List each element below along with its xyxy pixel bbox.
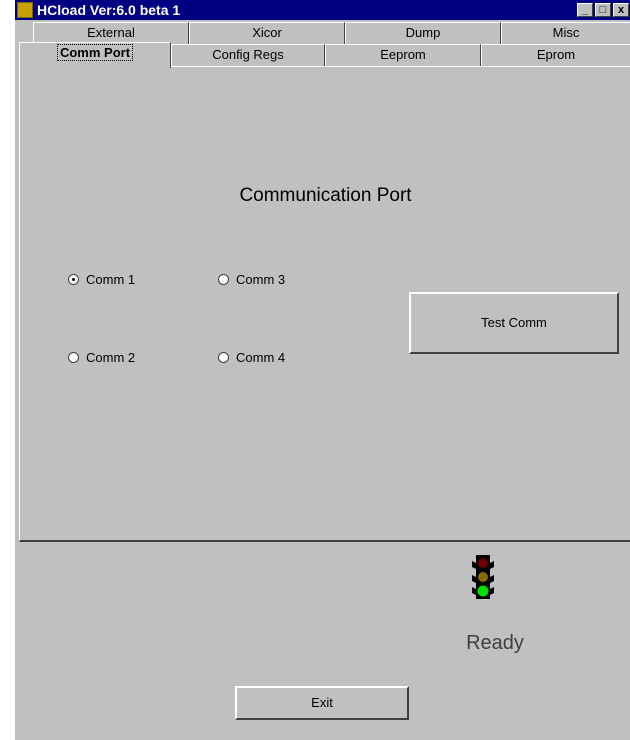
close-button[interactable]: x [613, 3, 629, 17]
radio-label: Comm 3 [236, 272, 286, 287]
tab-eprom[interactable]: Eprom [481, 44, 630, 66]
radio-unselected-icon[interactable] [218, 274, 229, 286]
red-light [478, 558, 488, 568]
tab-label: Dump [405, 25, 441, 40]
tab-external[interactable]: External [33, 22, 189, 44]
tab-label: Config Regs [212, 47, 284, 62]
window-title: HCload Ver:6.0 beta 1 [37, 2, 181, 18]
radio-selected-icon[interactable] [68, 274, 79, 286]
traffic-light-icon [472, 555, 494, 599]
maximize-button[interactable]: □ [595, 3, 611, 17]
title-bar[interactable]: HCload Ver:6.0 beta 1 _ □ x [15, 0, 630, 20]
comm-port-panel: Communication Port Comm 1 Comm 3 Comm 2 … [19, 66, 630, 542]
tab-row-front: Comm Port Config Regs Eeprom Eprom [15, 42, 630, 68]
tab-xicor[interactable]: Xicor [189, 22, 345, 44]
tab-label: External [87, 25, 135, 40]
tab-misc[interactable]: Misc [501, 22, 630, 44]
radio-comm-4[interactable]: Comm 4 [218, 349, 285, 367]
minimize-button[interactable]: _ [577, 3, 593, 17]
radio-label: Comm 2 [86, 350, 136, 365]
test-comm-button[interactable]: Test Comm [409, 292, 619, 354]
exit-button[interactable]: Exit [235, 686, 409, 720]
radio-unselected-icon[interactable] [68, 352, 79, 364]
app-icon[interactable] [17, 2, 33, 18]
radio-comm-1[interactable]: Comm 1 [68, 271, 135, 289]
yellow-light [478, 572, 488, 582]
panel-heading: Communication Port [239, 185, 412, 206]
tab-label: Xicor [252, 25, 282, 40]
radio-comm-2[interactable]: Comm 2 [68, 349, 135, 367]
tab-label: Comm Port [56, 44, 134, 61]
tab-label: Eprom [536, 47, 576, 62]
status-text: Ready [466, 632, 524, 654]
tab-label: Eeprom [380, 47, 426, 62]
tab-dump[interactable]: Dump [345, 22, 501, 44]
radio-label: Comm 1 [86, 272, 136, 287]
radio-comm-3[interactable]: Comm 3 [218, 271, 285, 289]
green-light [477, 585, 489, 597]
tab-comm-port[interactable]: Comm Port [19, 42, 171, 68]
tab-row-back: External Xicor Dump Misc [15, 22, 630, 44]
tab-eeprom[interactable]: Eeprom [325, 44, 481, 66]
radio-label: Comm 4 [236, 350, 286, 365]
app-window: HCload Ver:6.0 beta 1 _ □ x External Xic… [14, 0, 630, 740]
tab-config-regs[interactable]: Config Regs [171, 44, 325, 66]
tab-label: Misc [552, 25, 580, 40]
radio-unselected-icon[interactable] [218, 352, 229, 364]
